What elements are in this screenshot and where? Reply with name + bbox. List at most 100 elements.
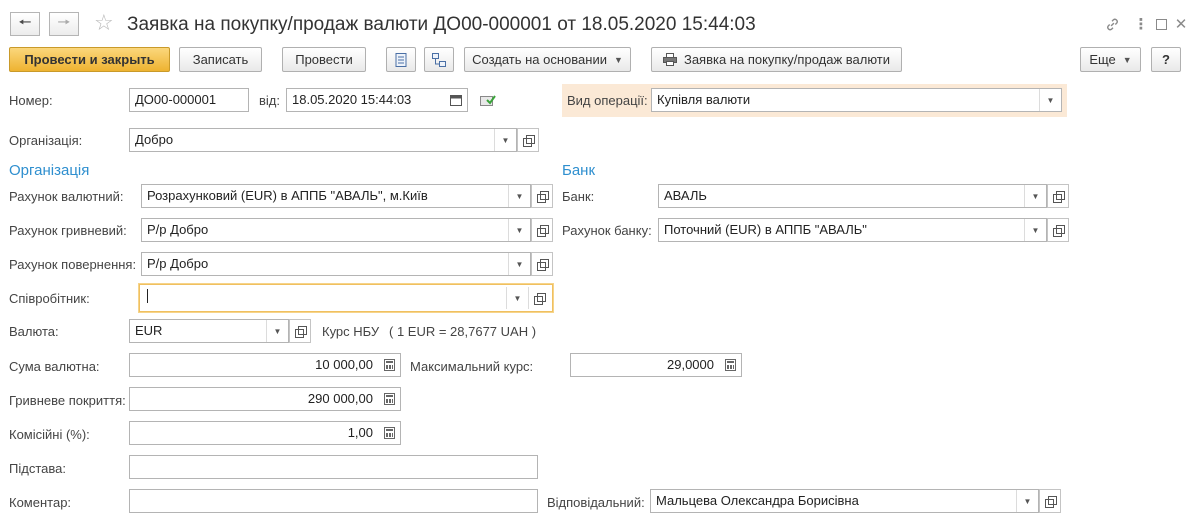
dropdown-arrow-icon[interactable]: ▼ <box>508 185 530 207</box>
bank-account-open-button[interactable] <box>1047 218 1069 242</box>
date-value: 18.05.2020 15:44:03 <box>292 92 412 107</box>
currency-account-select[interactable]: Розрахунковий (EUR) в АППБ "АВАЛЬ", м.Ки… <box>141 184 531 208</box>
bank-account-value: Поточний (EUR) в АППБ "АВАЛЬ" <box>664 222 867 237</box>
section-organization-header: Організація <box>9 162 90 179</box>
dropdown-arrow-icon[interactable]: ▼ <box>506 287 528 309</box>
currency-select[interactable]: EUR ▼ <box>129 319 289 343</box>
calculator-icon[interactable] <box>378 388 400 410</box>
employee-open-button[interactable] <box>528 287 550 309</box>
favorite-star-icon[interactable]: ☆ <box>94 9 114 37</box>
operation-type-value: Купівля валюти <box>657 92 751 107</box>
basis-label: Підстава: <box>9 461 66 476</box>
return-account-label: Рахунок повернення: <box>9 257 137 272</box>
currency-value: EUR <box>135 323 163 338</box>
create-based-on-button[interactable]: Создать на основании ▼ <box>464 47 631 72</box>
structure-button[interactable] <box>424 47 454 72</box>
link-icon[interactable] <box>1101 12 1123 36</box>
nbu-rate-value: ( 1 EUR = 28,7677 UAH ) <box>389 324 537 339</box>
nbu-rate-label: Курс НБУ <box>322 324 380 339</box>
organization-open-button[interactable] <box>517 128 539 152</box>
currency-account-open-button[interactable] <box>531 184 553 208</box>
comment-label: Коментар: <box>9 495 72 510</box>
employee-label: Співробітник: <box>9 291 90 306</box>
uah-account-select[interactable]: Р/р Добро ▼ <box>141 218 531 242</box>
calendar-icon[interactable] <box>445 89 467 111</box>
organization-select[interactable]: Добро ▼ <box>129 128 517 152</box>
dropdown-arrow-icon[interactable]: ▼ <box>508 253 530 275</box>
forward-button[interactable]: 🠖 <box>49 12 79 36</box>
open-form-icon <box>1052 224 1065 237</box>
more-button[interactable]: Еще ▼ <box>1080 47 1141 72</box>
print-request-button[interactable]: Заявка на покупку/продаж валюти <box>651 47 902 72</box>
printer-icon <box>662 53 677 66</box>
bank-open-button[interactable] <box>1047 184 1069 208</box>
caret-down-icon: ▼ <box>613 54 623 65</box>
dropdown-arrow-icon[interactable]: ▼ <box>508 219 530 241</box>
bank-account-select[interactable]: Поточний (EUR) в АППБ "АВАЛЬ" ▼ <box>658 218 1047 242</box>
open-form-icon <box>534 292 546 305</box>
currency-open-button[interactable] <box>289 319 311 343</box>
open-form-icon <box>522 134 535 147</box>
arrow-left-icon: 🠔 <box>18 13 32 31</box>
responsible-select[interactable]: Мальцева Олександра Борисівна ▼ <box>650 489 1039 513</box>
max-rate-input[interactable]: 29,0000 <box>570 353 742 377</box>
commission-label: Комісійні (%): <box>9 427 90 442</box>
post-and-close-button[interactable]: Провести и закрыть <box>9 47 170 72</box>
responsible-value: Мальцева Олександра Борисівна <box>656 493 859 508</box>
operation-type-label: Вид операції: <box>567 93 648 108</box>
open-form-icon <box>536 224 549 237</box>
uah-coverage-label: Гривневе покриття: <box>9 393 126 408</box>
open-form-icon <box>1052 190 1065 203</box>
date-label: від: <box>259 93 280 108</box>
maximize-icon[interactable] <box>1150 12 1172 36</box>
uah-coverage-value: 290 000,00 <box>307 391 373 406</box>
number-value: ДО00-000001 <box>135 92 217 107</box>
dropdown-arrow-icon[interactable]: ▼ <box>494 129 516 151</box>
uah-account-value: Р/р Добро <box>147 222 209 237</box>
document-list-icon <box>395 52 407 67</box>
responsible-open-button[interactable] <box>1039 489 1061 513</box>
organization-value: Добро <box>135 132 174 147</box>
uah-account-label: Рахунок гривневий: <box>9 223 127 238</box>
open-form-icon <box>294 325 307 338</box>
dropdown-arrow-icon[interactable]: ▼ <box>266 320 288 342</box>
responsible-label: Відповідальний: <box>547 495 645 510</box>
calculator-icon[interactable] <box>378 422 400 444</box>
help-button[interactable]: ? <box>1151 47 1181 72</box>
bank-select[interactable]: АВАЛЬ ▼ <box>658 184 1047 208</box>
return-account-select[interactable]: Р/р Добро ▼ <box>141 252 531 276</box>
arrow-right-icon: 🠖 <box>57 13 71 31</box>
calculator-icon[interactable] <box>719 354 741 376</box>
journal-button[interactable] <box>386 47 416 72</box>
currency-account-value: Розрахунковий (EUR) в АППБ "АВАЛЬ", м.Ки… <box>147 188 428 203</box>
dropdown-arrow-icon[interactable]: ▼ <box>1039 89 1061 111</box>
date-field[interactable]: 18.05.2020 15:44:03 <box>286 88 468 112</box>
uah-coverage-input[interactable]: 290 000,00 <box>129 387 401 411</box>
calculator-icon[interactable] <box>378 354 400 376</box>
basis-input[interactable] <box>129 455 538 479</box>
currency-amount-label: Сума валютна: <box>9 359 100 374</box>
dropdown-arrow-icon[interactable]: ▼ <box>1024 185 1046 207</box>
more-vertical-icon[interactable]: ⋮ <box>1130 12 1152 36</box>
return-account-value: Р/р Добро <box>147 256 209 271</box>
employee-select[interactable]: ▼ <box>139 284 553 312</box>
section-bank-header: Банк <box>562 162 596 179</box>
commission-input[interactable]: 1,00 <box>129 421 401 445</box>
currency-amount-input[interactable]: 10 000,00 <box>129 353 401 377</box>
operation-type-select[interactable]: Купівля валюти ▼ <box>651 88 1062 112</box>
more-label: Еще <box>1089 52 1116 67</box>
back-button[interactable]: 🠔 <box>10 12 40 36</box>
close-icon[interactable]: ✕ <box>1170 12 1192 36</box>
comment-input[interactable] <box>129 489 538 513</box>
uah-account-open-button[interactable] <box>531 218 553 242</box>
check-document-icon[interactable] <box>480 93 496 110</box>
number-field[interactable]: ДО00-000001 <box>129 88 249 112</box>
dropdown-arrow-icon[interactable]: ▼ <box>1024 219 1046 241</box>
dropdown-arrow-icon[interactable]: ▼ <box>1016 490 1038 512</box>
return-account-open-button[interactable] <box>531 252 553 276</box>
post-button[interactable]: Провести <box>282 47 366 72</box>
max-rate-value: 29,0000 <box>667 357 714 372</box>
currency-account-label: Рахунок валютний: <box>9 189 124 204</box>
page-title: Заявка на покупку/продаж валюти ДО00-000… <box>127 14 756 35</box>
save-button[interactable]: Записать <box>179 47 262 72</box>
